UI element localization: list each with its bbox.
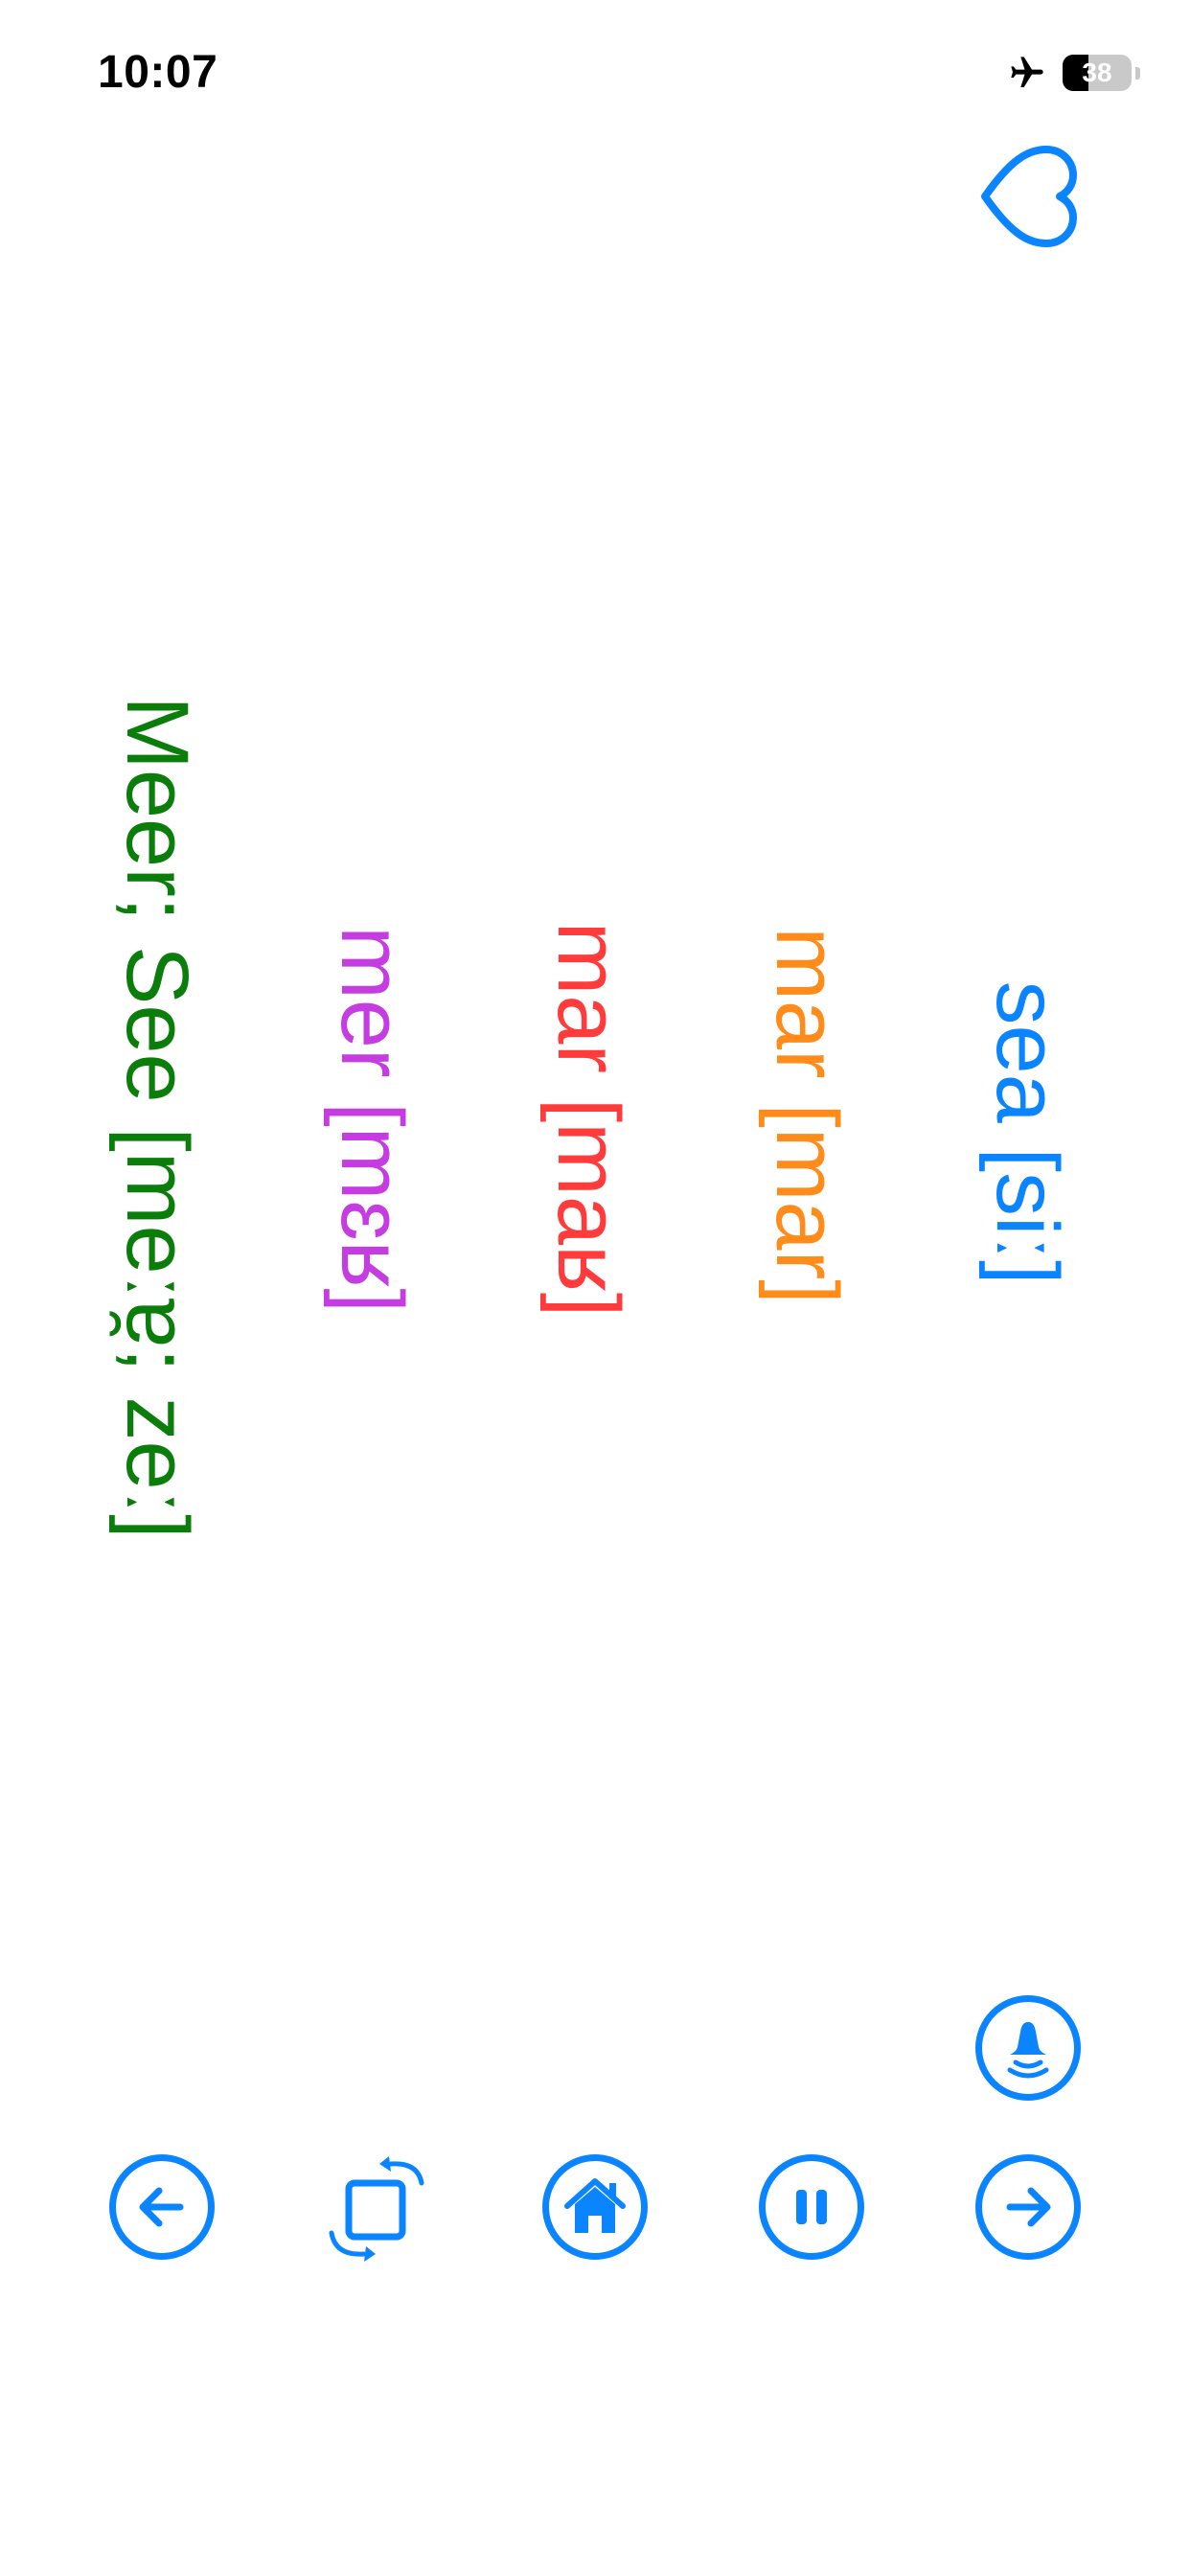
home-icon [564, 2178, 626, 2233]
battery-level: 38 [1082, 58, 1112, 87]
word-german: Meer; See [meːɐ̯; zeː] [108, 696, 206, 1539]
word-spanish: mar [mar] [758, 927, 856, 1304]
battery-cap [1135, 66, 1140, 80]
airplane-mode-icon [1005, 54, 1049, 92]
arrow-left-icon [139, 2187, 184, 2227]
word-english: sea [siː] [978, 980, 1076, 1285]
pause-icon [796, 2190, 827, 2224]
battery-indicator: 38 [1063, 55, 1132, 91]
rotate-square-icon [329, 2156, 424, 2262]
pause-button[interactable] [759, 2154, 864, 2260]
status-indicators: 38 [1005, 54, 1140, 92]
arrow-right-icon [1006, 2187, 1051, 2227]
speaker-bell-icon [1007, 2022, 1049, 2079]
previous-button[interactable] [109, 2154, 215, 2260]
word-portuguese: mar [maʁ] [539, 921, 637, 1318]
home-button[interactable] [542, 2154, 648, 2260]
heart-icon [981, 146, 1077, 247]
word-french: mer [mɛʁ] [323, 926, 421, 1313]
status-time: 10:07 [98, 47, 218, 98]
rotate-button[interactable] [322, 2150, 437, 2266]
favorite-button[interactable] [972, 140, 1085, 253]
next-button[interactable] [975, 2154, 1081, 2260]
speak-button[interactable] [975, 1995, 1081, 2101]
